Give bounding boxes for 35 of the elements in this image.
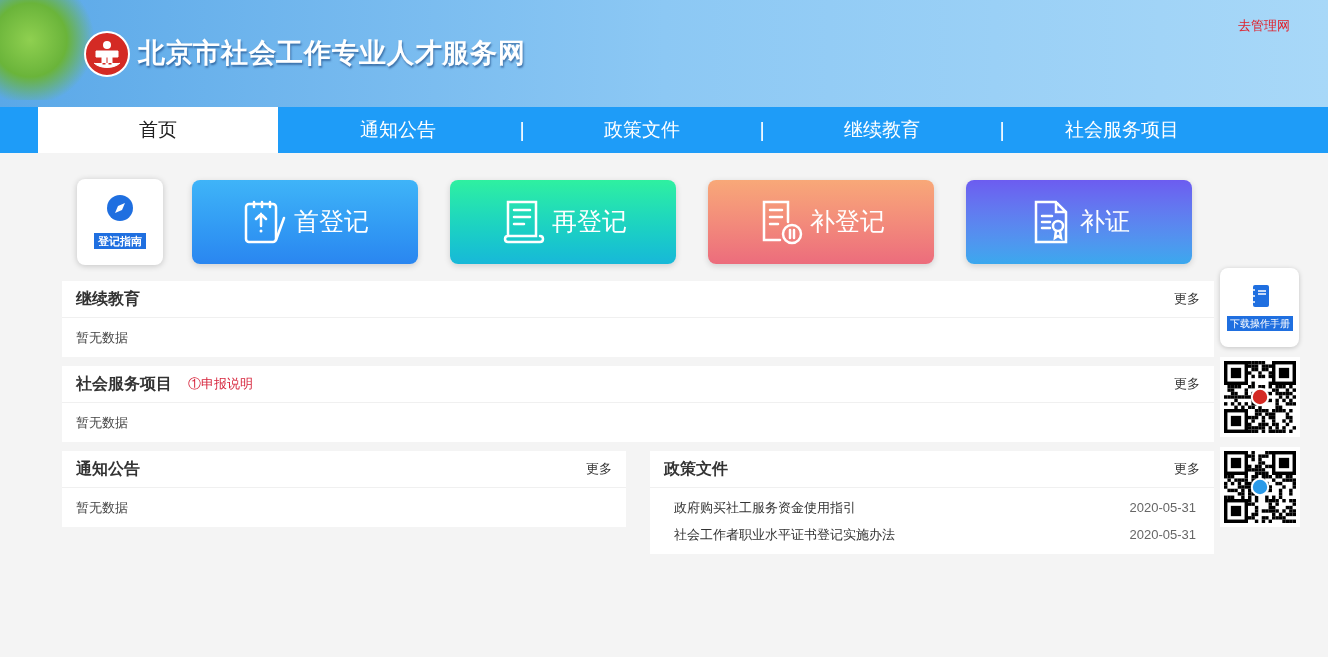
section-title: 通知公告 (76, 459, 140, 479)
register-button[interactable]: 补登记 (708, 180, 934, 264)
qr-code (1224, 451, 1296, 523)
more-link[interactable]: 更多 (1174, 459, 1200, 479)
nav-separator: | (998, 118, 1006, 143)
register-button[interactable]: 补证 (966, 180, 1192, 264)
more-link[interactable]: 更多 (1174, 289, 1200, 309)
nav-tab[interactable]: 通知公告 (278, 107, 518, 153)
empty-text: 暂无数据 (76, 413, 128, 432)
nav-separator: | (758, 118, 766, 143)
more-link[interactable]: 更多 (1174, 374, 1200, 394)
empty-text: 暂无数据 (76, 498, 128, 517)
nav-tab[interactable]: 社会服务项目 (1006, 107, 1238, 153)
section-title: 政策文件 (664, 459, 728, 479)
article-link[interactable]: 政府购买社工服务资金使用指引 (674, 497, 856, 518)
empty-text: 暂无数据 (76, 328, 128, 347)
section-title: 社会服务项目 (76, 374, 172, 394)
nav-tab[interactable]: 首页 (38, 107, 278, 153)
article-date: 2020-05-31 (1129, 498, 1196, 517)
compass-icon (107, 194, 133, 221)
nav-tab[interactable]: 继续教育 (766, 107, 998, 153)
declaration-link[interactable]: ①申报说明 (188, 374, 253, 394)
more-link[interactable]: 更多 (586, 459, 612, 479)
section-title: 继续教育 (76, 289, 140, 309)
nav-tab[interactable]: 政策文件 (526, 107, 758, 153)
manual-download-button[interactable]: 下载操作手册 (1220, 268, 1299, 347)
article-date: 2020-05-31 (1129, 525, 1196, 544)
register-button[interactable]: 首登记 (192, 180, 418, 264)
guide-button[interactable]: 登记指南 (77, 179, 163, 265)
article-link[interactable]: 社会工作者职业水平证书登记实施办法 (674, 524, 895, 545)
site-title: 北京市社会工作专业人才服务网 (138, 37, 526, 71)
qr-code (1224, 361, 1296, 433)
admin-link[interactable]: 去管理网 (1238, 16, 1290, 36)
logo-icon (84, 30, 130, 77)
nav-separator: | (518, 118, 526, 143)
